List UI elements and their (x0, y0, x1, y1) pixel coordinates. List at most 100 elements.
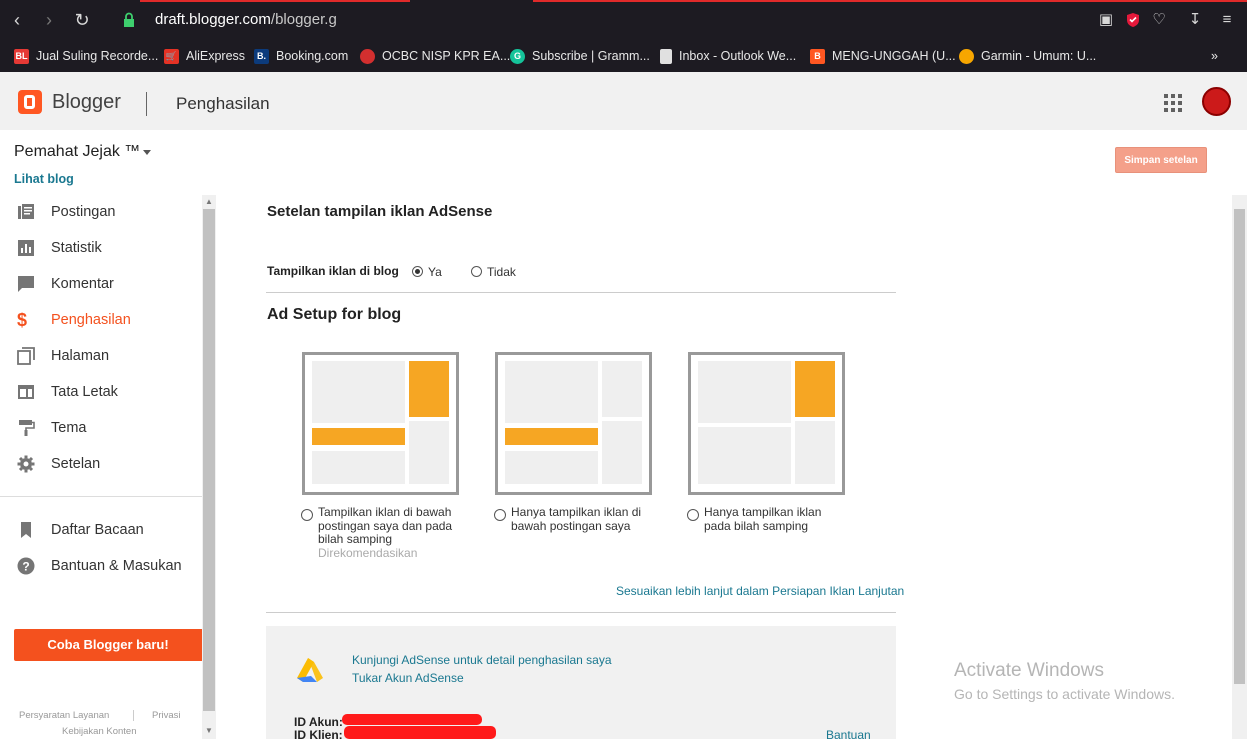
client-id-label: ID Klien: (294, 728, 343, 742)
sidebar-item-penghasilan[interactable]: $ Penghasilan (0, 302, 200, 338)
sidebar-scrollbar[interactable]: ▲ ▼ (202, 195, 216, 739)
view-blog-link[interactable]: Lihat blog (14, 172, 74, 186)
shield-icon[interactable] (1124, 11, 1142, 29)
gear-icon (17, 455, 35, 473)
main-scrollbar[interactable] (1232, 195, 1247, 739)
app-title[interactable]: Blogger (52, 91, 121, 114)
ad-option-both-radio[interactable] (301, 509, 313, 521)
layout-preview-both[interactable] (302, 352, 459, 495)
bookmarks-bar: BL Jual Suling Recorde... 🛒 AliExpress B… (0, 40, 1247, 72)
blogger-icon: B (810, 48, 825, 64)
pages-icon (17, 347, 35, 365)
visit-adsense-link[interactable]: Kunjungi AdSense untuk detail penghasila… (352, 653, 612, 667)
sidebar-block (795, 421, 835, 484)
scrollbar-thumb[interactable] (203, 209, 215, 711)
layout-preview-posts[interactable] (495, 352, 652, 495)
ad-option-posts-radio[interactable] (494, 509, 506, 521)
sidebar-item-tata-letak[interactable]: Tata Letak (0, 374, 200, 410)
bookmark-item[interactable]: BL Jual Suling Recorde... (14, 46, 158, 66)
help-icon: ? (17, 557, 35, 575)
privacy-link[interactable]: Privasi (152, 710, 181, 721)
scroll-down-icon[interactable]: ▼ (205, 727, 213, 735)
content-policy-link[interactable]: Kebijakan Konten (62, 726, 136, 737)
sidebar-item-halaman[interactable]: Halaman (0, 338, 200, 374)
forward-icon[interactable]: › (39, 10, 59, 30)
layout-preview-sidebar[interactable] (688, 352, 845, 495)
lock-icon (124, 12, 134, 27)
redaction-mark (342, 714, 482, 725)
app-header: Blogger Penghasilan (0, 72, 1247, 130)
reload-icon[interactable]: ↻ (72, 10, 92, 30)
tab-indicator (533, 0, 1247, 2)
try-new-blogger-button[interactable]: Coba Blogger baru! (14, 629, 202, 661)
show-ads-no-radio[interactable] (471, 266, 482, 277)
bookmark-item[interactable]: 🛒 AliExpress (164, 46, 245, 66)
chevron-down-icon[interactable] (143, 150, 151, 155)
bookmark-item[interactable]: OCBC NISP KPR EA... (360, 46, 510, 66)
redaction-mark (344, 726, 496, 739)
switch-adsense-account-link[interactable]: Tukar Akun AdSense (352, 671, 464, 685)
address-bar[interactable]: draft.blogger.com/blogger.g (155, 11, 337, 28)
sidebar-block (409, 421, 449, 484)
recommended-note: Direkomendasikan (318, 545, 418, 560)
page-title: Penghasilan (176, 94, 270, 113)
menu-icon[interactable]: ≡ (1218, 11, 1236, 29)
ad-option-sidebar-radio[interactable] (687, 509, 699, 521)
more-bookmarks-icon[interactable]: » (1211, 46, 1218, 66)
avatar[interactable] (1202, 87, 1231, 116)
garmin-icon (959, 48, 974, 64)
show-ads-label: Tampilkan iklan di blog (267, 264, 399, 278)
posts-icon (18, 204, 34, 219)
sidebar-item-statistik[interactable]: Statistik (0, 230, 200, 266)
content-block (698, 427, 791, 484)
show-ads-yes-radio[interactable] (412, 266, 423, 277)
svg-text:?: ? (22, 560, 29, 574)
sidebar-item-setelan[interactable]: Setelan (0, 446, 200, 482)
show-ads-yes-label[interactable]: Ya (428, 265, 442, 279)
sidebar-ad-block (409, 361, 449, 417)
save-settings-button[interactable]: Simpan setelan (1115, 147, 1207, 173)
content-block (312, 361, 405, 423)
scroll-up-icon[interactable]: ▲ (205, 198, 213, 206)
bookmark-item[interactable]: B. Booking.com (254, 46, 348, 66)
comment-icon (18, 276, 34, 292)
advanced-ads-link[interactable]: Sesuaikan lebih lanjut dalam Persiapan I… (616, 584, 904, 598)
adsense-logo-icon (297, 658, 323, 682)
blog-selector[interactable]: Pemahat Jejak ™ (14, 143, 140, 161)
help-link[interactable]: Bantuan (826, 728, 871, 742)
bookmark-item[interactable]: Garmin - Umum: U... (959, 46, 1096, 66)
bookmark-item[interactable]: G Subscribe | Gramm... (510, 46, 650, 66)
blogger-logo-icon[interactable] (18, 90, 42, 114)
sidebar-item-daftar-bacaan[interactable]: Daftar Bacaan (0, 512, 200, 548)
grammarly-icon: G (510, 48, 525, 64)
camera-icon[interactable]: ▣ (1097, 11, 1115, 29)
scrollbar-thumb[interactable] (1234, 209, 1245, 684)
bookmark-icon (21, 522, 31, 538)
heart-icon[interactable]: ♡ (1150, 11, 1168, 29)
download-icon[interactable]: ↧ (1186, 11, 1204, 29)
stats-icon (18, 240, 34, 256)
divider (266, 292, 896, 293)
booking-icon: B. (254, 48, 269, 64)
post-ad-block (312, 428, 405, 445)
ad-setup-title: Ad Setup for blog (267, 306, 402, 323)
browser-toolbar: ‹ › ↻ draft.blogger.com/blogger.g ▣ ♡ ↧ … (0, 0, 1247, 40)
sidebar-divider (0, 496, 202, 497)
sidebar-item-bantuan[interactable]: ? Bantuan & Masukan (0, 548, 200, 584)
terms-link[interactable]: Persyaratan Layanan (19, 710, 109, 721)
post-ad-block (505, 428, 598, 445)
sidebar-item-tema[interactable]: Tema (0, 410, 200, 446)
sidebar-item-postingan[interactable]: Postingan (0, 194, 200, 230)
content-block (312, 451, 405, 484)
back-icon[interactable]: ‹ (7, 10, 27, 30)
content-block (505, 361, 598, 423)
show-ads-no-label[interactable]: Tidak (487, 265, 516, 279)
sidebar-block (602, 361, 642, 417)
apps-grid-icon[interactable] (1164, 94, 1182, 112)
sidebar-item-komentar[interactable]: Komentar (0, 266, 200, 302)
bookmark-item[interactable]: Inbox - Outlook We... (660, 46, 796, 66)
document-icon (660, 48, 672, 64)
bookmark-item[interactable]: B MENG-UNGGAH (U... (810, 46, 956, 66)
content-block (698, 361, 791, 423)
ad-option-label: Hanya tampilkan iklan pada bilah samping (704, 505, 822, 533)
